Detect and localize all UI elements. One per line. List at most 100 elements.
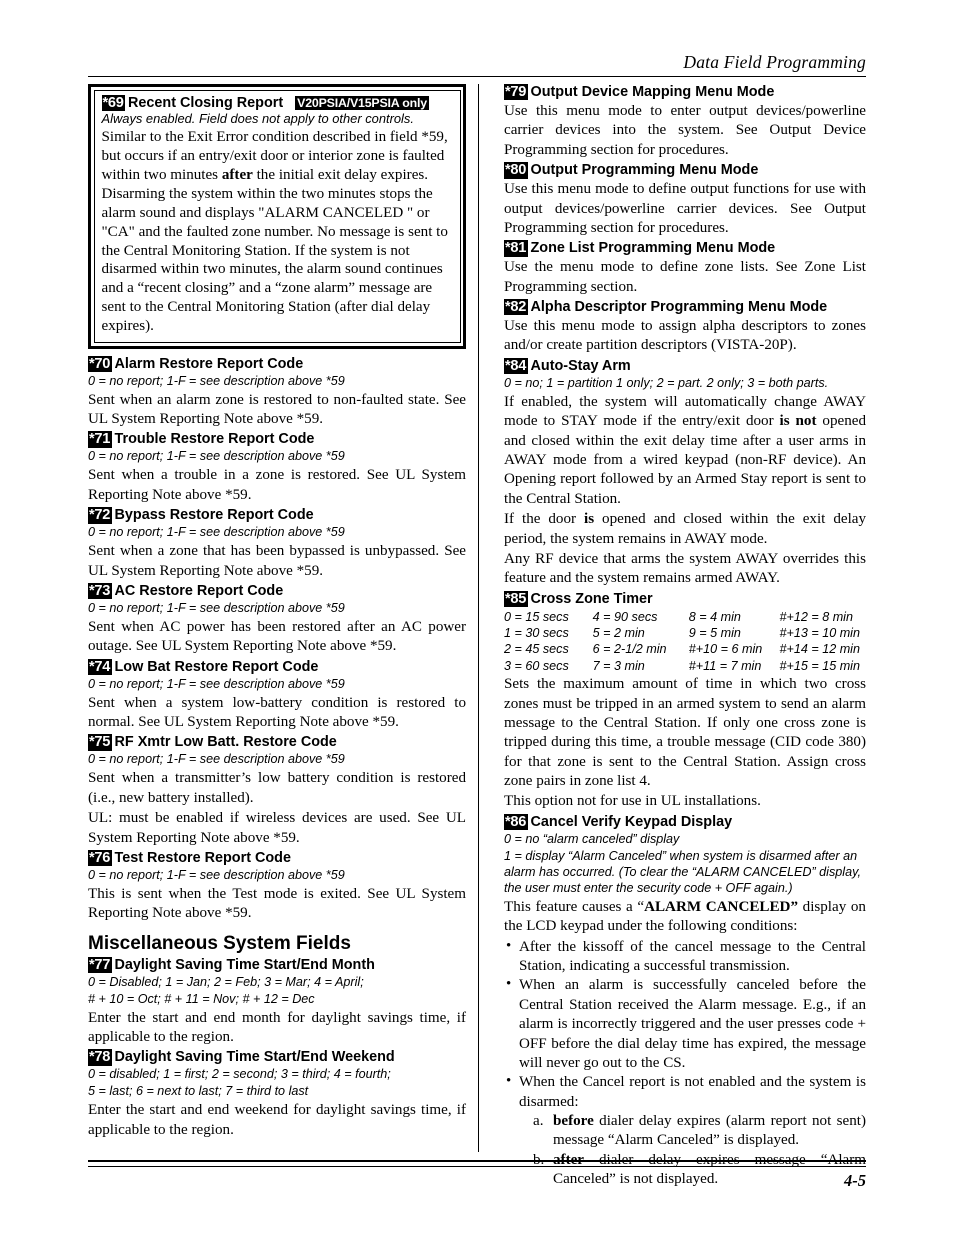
- field-title: RF Xmtr Low Batt. Restore Code: [114, 734, 337, 751]
- boxed-field-69: *69 Recent Closing Report V20PSIA/V15PSIA …: [88, 84, 466, 349]
- field-badge: *86: [504, 813, 528, 831]
- field-title: Trouble Restore Report Code: [114, 431, 315, 448]
- field-heading: *79 Output Device Mapping Menu Mode: [504, 84, 866, 101]
- option-cell: 6 = 2-1/2 min: [592, 642, 667, 657]
- field-title: Alpha Descriptor Programming Menu Mode: [530, 299, 828, 316]
- field-body-2: UL: must be enabled if wireless devices …: [88, 810, 466, 846]
- model-tag: V20PSIA/V15PSIA only: [295, 95, 429, 111]
- left-column: *69 Recent Closing Report V20PSIA/V15PSIA …: [88, 84, 466, 1142]
- field-options: 0 = no report; 1-F = see description abo…: [88, 600, 345, 615]
- field-80: *80 Output Programming Menu Mode Use this…: [504, 162, 866, 238]
- field-body: Sent when a zone that has been bypassed …: [88, 543, 466, 579]
- field-body: Use this menu mode to define output func…: [504, 181, 866, 236]
- field-badge: *70: [88, 355, 112, 373]
- field-body: Sent when an alarm zone is restored to n…: [88, 391, 466, 428]
- field-77: *77 Daylight Saving Time Start/End Month …: [88, 956, 466, 1048]
- field-badge: *78: [88, 1049, 112, 1066]
- field-options: 0 = no report; 1-F = see description abo…: [88, 449, 345, 464]
- option-cell: #+11 = 7 min: [688, 658, 762, 673]
- field-74: *74 Low Bat Restore Report Code 0 = no re…: [88, 658, 466, 733]
- option-cell: 7 = 3 min: [592, 658, 645, 673]
- field-79: *79 Output Device Mapping Menu Mode Use t…: [504, 84, 866, 160]
- field-options-2: # + 10 = Oct; # + 11 = Nov; # + 12 = Dec: [88, 991, 315, 1006]
- field-body-2: If the door is opened and closed within …: [504, 510, 866, 549]
- field-title: Alarm Restore Report Code: [114, 355, 304, 372]
- field-body: If enabled, the system will automaticall…: [504, 393, 866, 509]
- field-heading: *85 Cross Zone Timer: [504, 590, 866, 608]
- sub-list-item: a. before dialer delay expires (alarm rep…: [533, 1112, 866, 1151]
- field-badge: *69: [101, 94, 126, 111]
- field-body: Sent when a transmitter’s low battery co…: [88, 770, 466, 806]
- field-badge: *73: [88, 582, 112, 600]
- field-heading: *74 Low Bat Restore Report Code: [88, 658, 466, 676]
- field-82: *82 Alpha Descriptor Programming Menu Mod…: [504, 299, 866, 356]
- page-number: 4-5: [844, 1171, 866, 1190]
- table-row: 2 = 45 secs 6 = 2-1/2 min #+10 = 6 min #…: [504, 641, 866, 657]
- field-intro: This feature causes a “ALARM CANCELED” d…: [504, 898, 866, 937]
- field-title: Recent Closing Report: [128, 94, 284, 111]
- field-options: 0 = no report; 1-F = see description abo…: [88, 752, 345, 767]
- option-cell: #+15 = 15 min: [779, 658, 860, 673]
- field-heading: *72 Bypass Restore Report Code: [88, 507, 466, 524]
- footer-rule: [88, 1160, 866, 1167]
- option-cell: 5 = 2 min: [592, 626, 645, 641]
- field-heading: *84 Auto-Stay Arm: [504, 357, 866, 375]
- page-header: Data Field Programming: [88, 52, 866, 77]
- option-cell: #+14 = 12 min: [779, 642, 860, 657]
- field-75: *75 RF Xmtr Low Batt. Restore Code 0 = no…: [88, 734, 466, 848]
- field-heading: *78 Daylight Saving Time Start/End Weeken…: [88, 1049, 466, 1066]
- field-body: This is sent when the Test mode is exite…: [88, 885, 466, 922]
- option-cell: #+12 = 8 min: [779, 609, 853, 624]
- field-body-bold-not: not: [795, 413, 817, 430]
- field-71: *71 Trouble Restore Report Code 0 = no re…: [88, 431, 466, 505]
- list-item: When an alarm is successfully canceled b…: [504, 975, 866, 1073]
- field-badge: *71: [88, 431, 112, 448]
- section-heading-miscellaneous: Miscellaneous System Fields: [88, 932, 351, 954]
- table-row: 1 = 30 secs 5 = 2 min 9 = 5 min #+13 = 1…: [504, 625, 866, 641]
- header-rule: [88, 76, 866, 77]
- field-body2-bold: is: [584, 511, 595, 528]
- field-badge: *76: [88, 849, 112, 867]
- cross-zone-option-table: 0 = 15 secs 4 = 90 secs 8 = 4 min #+12 =…: [504, 609, 866, 674]
- field-86: *86 Cancel Verify Keypad Display 0 = no “…: [504, 813, 866, 1190]
- field-badge: *81: [504, 240, 528, 257]
- page-footer: 4-5: [88, 1160, 866, 1191]
- field-78: *78 Daylight Saving Time Start/End Weeken…: [88, 1049, 466, 1140]
- field-heading: *86 Cancel Verify Keypad Display: [504, 813, 866, 831]
- field-heading: *81 Zone List Programming Menu Mode: [504, 240, 866, 257]
- field-body: Sent when a trouble in a zone is restore…: [88, 467, 466, 503]
- field-intro-bold: ALARM CANCELED”: [644, 898, 798, 915]
- table-row: 0 = 15 secs 4 = 90 secs 8 = 4 min #+12 =…: [504, 609, 866, 625]
- field-title: Daylight Saving Time Start/End Weekend: [114, 1049, 395, 1066]
- field-options: Always enabled. Field does not apply to …: [101, 111, 414, 127]
- option-cell: 2 = 45 secs: [504, 642, 569, 657]
- field-heading: *80 Output Programming Menu Mode: [504, 162, 866, 179]
- header-title: Data Field Programming: [683, 52, 866, 72]
- option-cell: 3 = 60 secs: [504, 658, 569, 673]
- field-heading: *75 RF Xmtr Low Batt. Restore Code: [88, 734, 466, 751]
- field-title: Cross Zone Timer: [530, 590, 653, 607]
- field-heading: *70 Alarm Restore Report Code: [88, 355, 466, 373]
- field-title: Test Restore Report Code: [114, 849, 291, 866]
- field-body: Sent when AC power has been restored aft…: [88, 618, 466, 655]
- field-heading: *71 Trouble Restore Report Code: [88, 431, 466, 448]
- field-options-2: 5 = last; 6 = next to last; 7 = third to…: [88, 1084, 309, 1099]
- option-cell: #+10 = 6 min: [688, 642, 763, 657]
- field-heading: *77 Daylight Saving Time Start/End Month: [88, 956, 466, 974]
- field-body: Sent when a system low-battery condition…: [88, 694, 466, 731]
- field-title: Daylight Saving Time Start/End Month: [114, 956, 375, 973]
- field-badge: *84: [504, 357, 528, 375]
- field-body-bold: after: [221, 166, 253, 183]
- field-options: 0 = no report; 1-F = see description abo…: [88, 676, 345, 691]
- field-options: 0 = disabled; 1 = first; 2 = second; 3 =…: [88, 1067, 391, 1082]
- right-column: *79 Output Device Mapping Menu Mode Use t…: [504, 84, 866, 1192]
- option-cell: 1 = 30 secs: [504, 626, 569, 641]
- field-heading: *73 AC Restore Report Code: [88, 582, 466, 600]
- field-body-3: Any RF device that arms the system AWAY …: [504, 550, 866, 587]
- field-badge: *82: [504, 299, 528, 316]
- field-body-2: This option not for use in UL installati…: [504, 793, 761, 810]
- field-title: Output Programming Menu Mode: [530, 162, 759, 179]
- field-body2-part1: If the door: [504, 511, 585, 528]
- field-title: Zone List Programming Menu Mode: [530, 240, 776, 257]
- table-row: 3 = 60 secs 7 = 3 min #+11 = 7 min #+15 …: [504, 658, 866, 674]
